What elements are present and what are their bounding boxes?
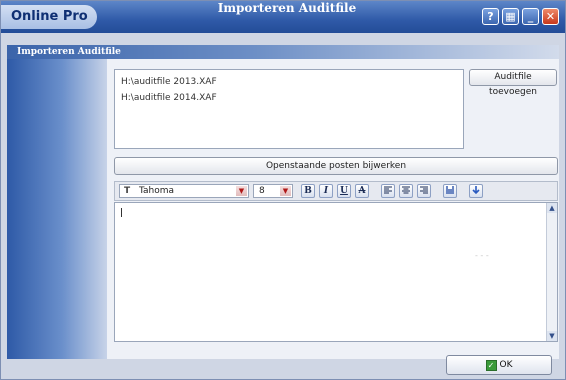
font-size-value: 8 bbox=[259, 186, 265, 196]
list-item[interactable]: H:\auditfile 2014.XAF bbox=[121, 90, 457, 106]
ok-button[interactable]: ✓ OK bbox=[446, 355, 552, 375]
file-list[interactable]: H:\auditfile 2013.XAF H:\auditfile 2014.… bbox=[114, 69, 464, 149]
check-icon: ✓ bbox=[485, 359, 497, 371]
title-bar: Online Pro Importeren Auditfile ? ▦ _ ✕ bbox=[1, 1, 565, 33]
font-icon: T bbox=[124, 186, 131, 196]
font-select[interactable]: T Tahoma ▼ bbox=[119, 184, 249, 198]
download-arrow-icon[interactable] bbox=[469, 184, 483, 198]
italic-button[interactable]: I bbox=[319, 184, 333, 198]
list-item[interactable]: H:\auditfile 2013.XAF bbox=[121, 74, 457, 90]
panel-title: Importeren Auditfile bbox=[7, 45, 559, 59]
align-left-icon[interactable] bbox=[381, 184, 395, 198]
underline-button[interactable]: U bbox=[337, 184, 351, 198]
scroll-down-icon[interactable]: ▼ bbox=[547, 331, 557, 341]
save-icon[interactable] bbox=[443, 184, 457, 198]
strikethrough-button[interactable]: A bbox=[355, 184, 369, 198]
editor-toolbar: T Tahoma ▼ 8 ▼ B I U A bbox=[114, 181, 558, 201]
text-cursor bbox=[121, 208, 122, 217]
editor-faint-text: - - - bbox=[475, 251, 489, 260]
font-size-select[interactable]: 8 ▼ bbox=[253, 184, 293, 198]
font-select-value: Tahoma bbox=[139, 186, 175, 196]
help-icon[interactable]: ? bbox=[482, 8, 499, 25]
vertical-scrollbar[interactable]: ▲ ▼ bbox=[546, 203, 557, 341]
align-center-icon[interactable] bbox=[399, 184, 413, 198]
scroll-up-icon[interactable]: ▲ bbox=[547, 203, 557, 213]
import-window: Online Pro Importeren Auditfile ? ▦ _ ✕ … bbox=[0, 0, 566, 380]
app-name: Online Pro bbox=[1, 5, 97, 29]
window-controls: ? ▦ _ ✕ bbox=[482, 8, 559, 25]
chevron-down-icon[interactable]: ▼ bbox=[236, 186, 247, 196]
text-editor[interactable]: - - - ▲ ▼ bbox=[114, 202, 558, 342]
add-auditfile-button[interactable]: Auditfile toevoegen bbox=[469, 69, 557, 97]
update-open-items-button[interactable]: Openstaande posten bijwerken bbox=[114, 157, 558, 175]
bold-button[interactable]: B bbox=[301, 184, 315, 198]
sidebar-gradient bbox=[7, 59, 107, 359]
window-title: Importeren Auditfile bbox=[217, 1, 357, 15]
minimize-icon[interactable]: _ bbox=[522, 8, 539, 25]
options-icon[interactable]: ▦ bbox=[502, 8, 519, 25]
close-icon[interactable]: ✕ bbox=[542, 8, 559, 25]
align-right-icon[interactable] bbox=[417, 184, 431, 198]
ok-label: OK bbox=[499, 360, 513, 370]
chevron-down-icon[interactable]: ▼ bbox=[280, 186, 291, 196]
